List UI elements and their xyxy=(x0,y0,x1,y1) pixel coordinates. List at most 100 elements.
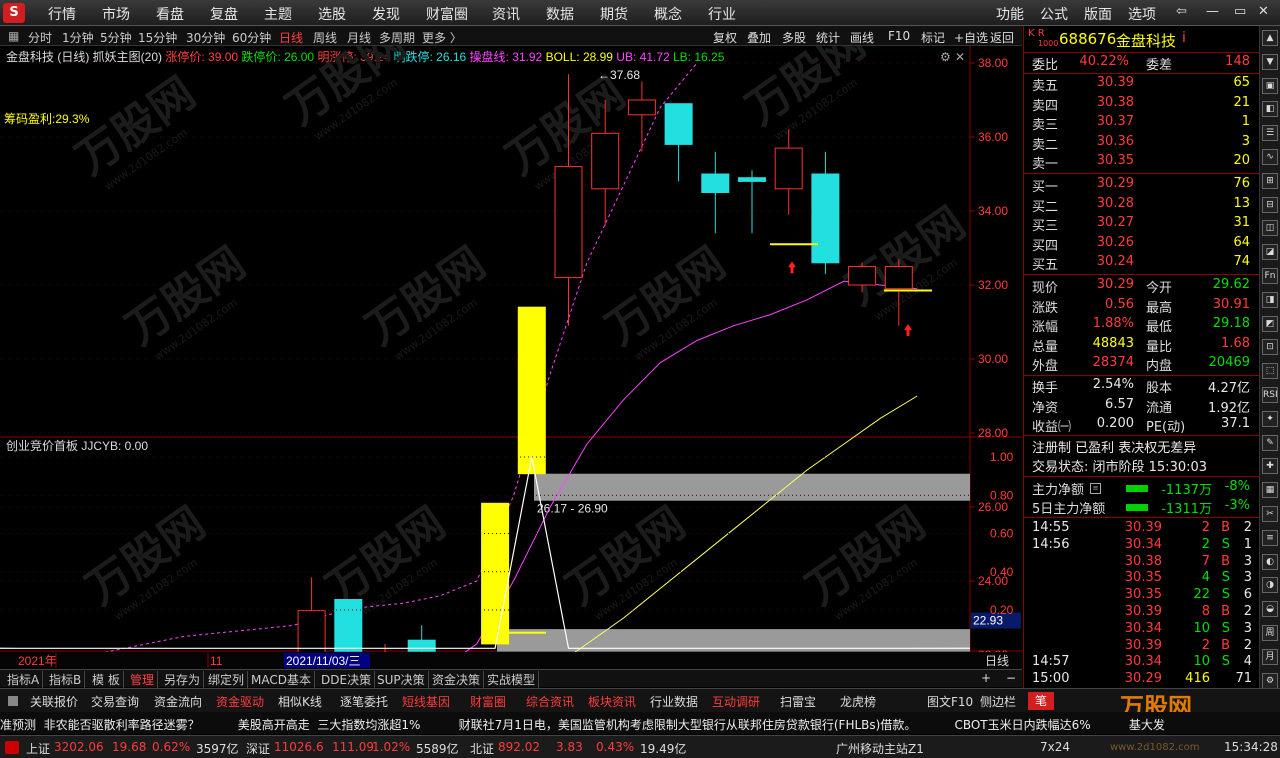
side-tool-icon[interactable]: ◑ xyxy=(1262,577,1278,594)
menu-right-1[interactable]: 公式 xyxy=(1040,4,1068,24)
indicator-tab-5[interactable]: 绑定列 xyxy=(205,671,249,688)
menu-0[interactable]: 行情 xyxy=(48,4,76,24)
menu-12[interactable]: 行业 xyxy=(708,4,736,24)
side-tool-icon[interactable]: ⊞ xyxy=(1262,172,1278,189)
menu-11[interactable]: 概念 xyxy=(654,4,682,24)
menu-7[interactable]: 财富圈 xyxy=(426,4,468,24)
settings-icon[interactable]: ⚙ xyxy=(940,50,951,64)
period-9[interactable]: 多周期 xyxy=(379,29,415,46)
side-tool-icon[interactable]: ◨ xyxy=(1262,291,1278,308)
order-book-row[interactable]: 卖五 30.39 65 xyxy=(1024,75,1260,94)
side-tool-icon[interactable]: ◐ xyxy=(1262,553,1278,570)
back-icon[interactable]: ⇦ xyxy=(1176,4,1187,19)
side-tool-icon[interactable]: ✚ xyxy=(1262,458,1278,475)
flow-detail-icon[interactable]: ≡ xyxy=(1090,483,1101,494)
side-tool-icon[interactable]: ≡ xyxy=(1262,529,1278,546)
candle[interactable] xyxy=(334,599,363,659)
period-5[interactable]: 60分钟 xyxy=(232,29,271,46)
side-tool-icon[interactable]: ◩ xyxy=(1262,315,1278,332)
indicator-tab-9[interactable]: 资金决策 xyxy=(429,671,485,688)
close-icon[interactable]: ✕ xyxy=(1258,4,1269,19)
mode-label[interactable]: 7x24 xyxy=(1040,740,1070,754)
function-tab-0[interactable]: 关联报价 xyxy=(30,693,78,710)
info-icon[interactable]: i xyxy=(1182,30,1186,46)
function-tab-11[interactable]: 互动调研 xyxy=(712,693,760,710)
period-3[interactable]: 15分钟 xyxy=(138,29,177,46)
resistance-zone[interactable] xyxy=(534,473,970,501)
toolbar-2[interactable]: 多股 xyxy=(782,29,806,46)
period-10[interactable]: 更多 〉 xyxy=(422,29,462,46)
menu-4[interactable]: 主题 xyxy=(264,4,292,24)
side-tool-icon[interactable]: ⚙ xyxy=(1262,672,1278,689)
indicator-tab-0[interactable]: 指标A xyxy=(4,671,44,688)
status-logo-icon[interactable] xyxy=(5,741,19,754)
side-tool-icon[interactable]: ▲ xyxy=(1262,30,1278,46)
toolbar-1[interactable]: 叠加 xyxy=(747,29,771,46)
side-tool-icon[interactable]: ⊡ xyxy=(1262,339,1278,356)
side-tool-icon[interactable]: ◫ xyxy=(1262,220,1278,237)
kline-chart-svg[interactable]: 38.0036.0034.0032.0030.0028.0026.0024.00… xyxy=(0,46,1022,669)
indicator-tab-6[interactable]: MACD基本 xyxy=(248,671,315,688)
function-tab-5[interactable]: 逐笔委托 xyxy=(340,693,388,710)
toolbar-4[interactable]: 画线 xyxy=(850,29,874,46)
function-tab-7[interactable]: 财富圈 xyxy=(470,693,506,710)
menu-6[interactable]: 发现 xyxy=(372,4,400,24)
side-tool-icon[interactable]: ▦ xyxy=(1262,482,1278,499)
menu-2[interactable]: 看盘 xyxy=(156,4,184,24)
zoom-out-icon[interactable]: − xyxy=(1003,671,1019,685)
period-1[interactable]: 1分钟 xyxy=(62,29,94,46)
function-tab-8[interactable]: 综合资讯 xyxy=(526,693,574,710)
indicator-tab-8[interactable]: SUP决策 xyxy=(374,671,429,688)
side-tool-icon[interactable]: ▣ xyxy=(1262,77,1278,94)
side-tool-icon[interactable]: ◪ xyxy=(1262,244,1278,261)
order-book-row[interactable]: 卖四 30.38 21 xyxy=(1024,95,1260,114)
period-0[interactable]: 分时 xyxy=(28,29,52,46)
order-book-row[interactable]: 买二 30.28 13 xyxy=(1024,196,1260,215)
period-7[interactable]: 周线 xyxy=(313,29,337,46)
kline-chart-panel[interactable]: 38.00 36.00 34.00 32.00 30.00 28.00 26.00 24.00… xyxy=(0,46,1022,669)
menu-5[interactable]: 选股 xyxy=(318,4,346,24)
side-tool-icon[interactable]: ✂ xyxy=(1262,506,1278,522)
side-tool-icon[interactable]: 月 xyxy=(1262,648,1278,665)
side-tool-icon[interactable]: ☰ xyxy=(1262,125,1278,142)
index-name[interactable]: 深证 xyxy=(246,740,270,757)
menu-right-2[interactable]: 版面 xyxy=(1084,4,1112,24)
flow5-row[interactable]: 5日主力净额 -1311万 -3% xyxy=(1024,498,1260,517)
menu-9[interactable]: 数据 xyxy=(546,4,574,24)
side-tool-icon[interactable]: RSI xyxy=(1262,387,1278,403)
app-logo-icon[interactable]: S xyxy=(3,3,25,23)
menu-right-0[interactable]: 功能 xyxy=(996,4,1024,24)
menu-8[interactable]: 资讯 xyxy=(492,4,520,24)
function-tab-3[interactable]: 资金驱动 xyxy=(216,693,264,710)
period-6[interactable]: 日线 xyxy=(279,29,303,46)
period-2[interactable]: 5分钟 xyxy=(100,29,132,46)
function-tab-13[interactable]: 龙虎榜 xyxy=(840,693,876,710)
menu-3[interactable]: 复盘 xyxy=(210,4,238,24)
minimize-icon[interactable]: — xyxy=(1206,4,1219,19)
period-button[interactable]: 日线 xyxy=(985,654,1009,668)
toolbar-8[interactable]: 返回 xyxy=(990,29,1014,46)
side-tool-icon[interactable]: ▼ xyxy=(1262,53,1278,70)
news-text[interactable]: 准预测 非农能否驱散利率路径迷雾？ 美股高开高走 三大指数均涨超1% 财联社7月… xyxy=(0,716,1165,733)
candle[interactable] xyxy=(481,502,510,645)
order-book-row[interactable]: 买三 30.27 31 xyxy=(1024,215,1260,234)
side-tool-icon[interactable]: ∿ xyxy=(1262,149,1278,165)
function-tab-6[interactable]: 短线基因 xyxy=(402,693,450,710)
index-name[interactable]: 上证 xyxy=(26,740,50,757)
function-tab-2[interactable]: 资金流向 xyxy=(154,693,202,710)
side-tool-icon[interactable]: ◧ xyxy=(1262,101,1278,118)
maximize-icon[interactable]: ▭ xyxy=(1234,4,1246,19)
news-ticker[interactable]: 准预测 非农能否驱散利率路径迷雾？ 美股高开高走 三大指数均涨超1% 财联社7月… xyxy=(0,712,1280,734)
order-book-row[interactable]: 买五 30.24 74 xyxy=(1024,254,1260,273)
menu-10[interactable]: 期货 xyxy=(600,4,628,24)
function-tab-12[interactable]: 扫雷宝 xyxy=(780,693,816,710)
order-book-row[interactable]: 卖二 30.36 3 xyxy=(1024,134,1260,153)
toolbar-0[interactable]: 复权 xyxy=(713,29,737,46)
side-tool-icon[interactable]: 周 xyxy=(1262,625,1278,641)
pen-button[interactable]: 笔 xyxy=(1028,692,1054,710)
indicator-tab-1[interactable]: 指标B xyxy=(46,671,86,688)
function-tab-1[interactable]: 交易查询 xyxy=(91,693,139,710)
indicator-tab-3[interactable]: 管理 xyxy=(127,671,159,688)
function-tab-14[interactable]: 图文F10 xyxy=(927,693,973,710)
side-tool-icon[interactable]: ◒ xyxy=(1262,601,1278,618)
